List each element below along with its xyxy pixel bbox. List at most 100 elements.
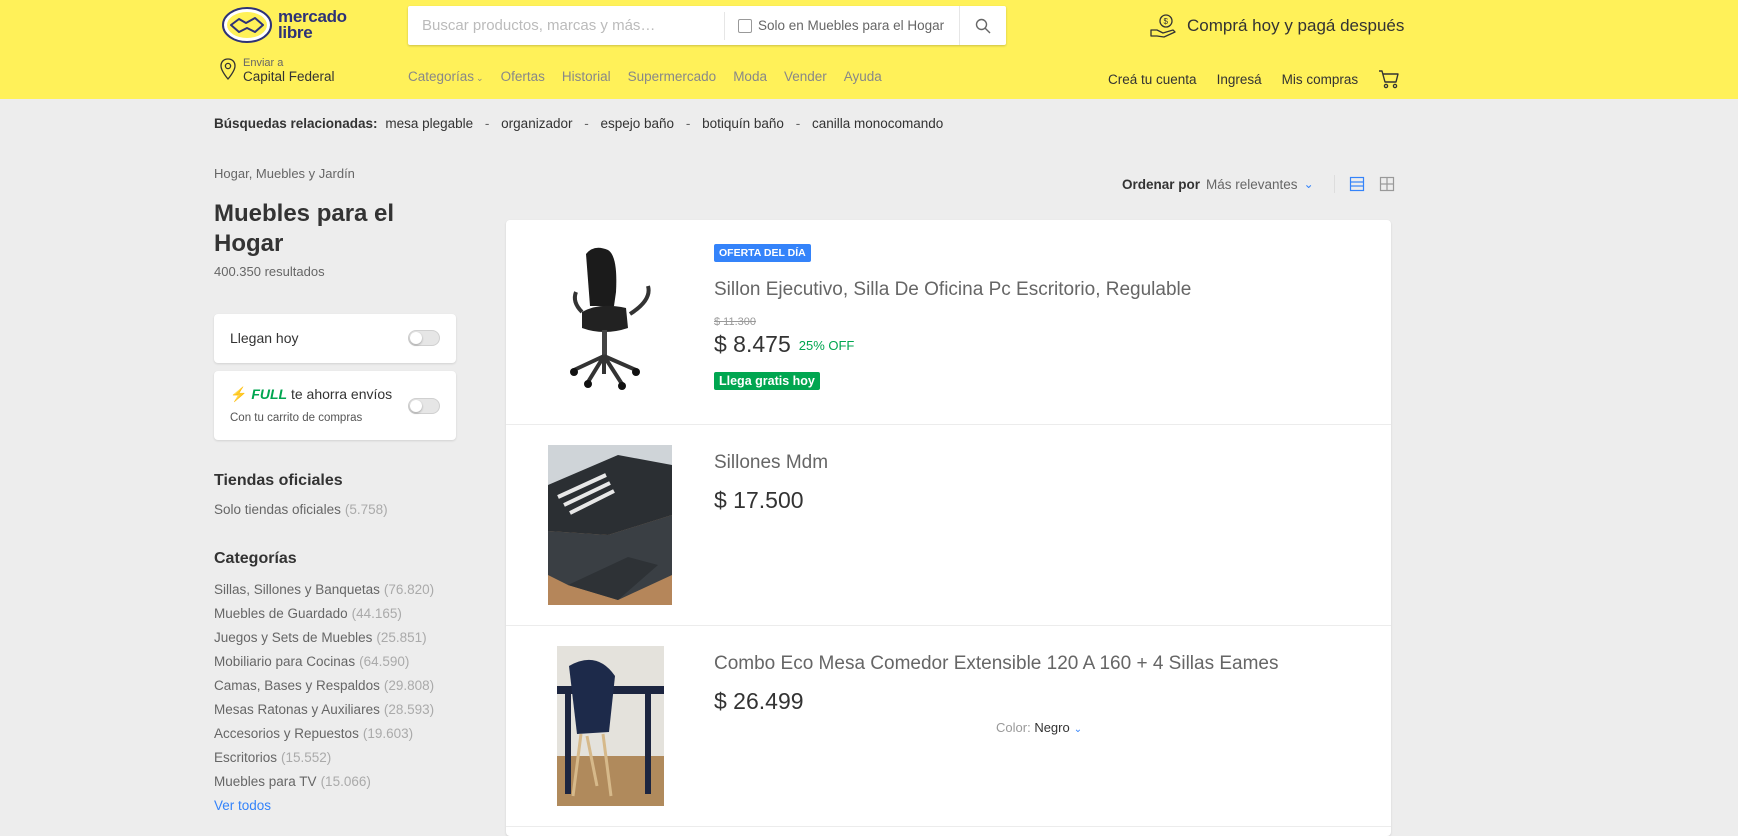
- category-item[interactable]: Mobiliario para Cocinas (64.590): [214, 650, 434, 674]
- filter-arrives-today-label: Llegan hoy: [230, 330, 299, 346]
- cart-icon[interactable]: [1378, 69, 1400, 89]
- filter-full-shipping[interactable]: ⚡ FULL te ahorra envíos Con tu carrito d…: [214, 371, 456, 440]
- related-link[interactable]: botiquín baño: [702, 116, 784, 131]
- chevron-down-icon[interactable]: ⌄: [1304, 177, 1314, 191]
- category-count: (15.552): [281, 750, 332, 765]
- breadcrumb[interactable]: Hogar, Muebles y Jardín: [214, 166, 355, 181]
- category-count: (19.603): [362, 726, 414, 741]
- related-link[interactable]: espejo baño: [601, 116, 675, 131]
- search-scope[interactable]: Solo en Muebles para el Hogar: [725, 18, 959, 33]
- nav-categorias[interactable]: Categorías ⌄: [408, 69, 484, 84]
- official-stores-link[interactable]: Solo tiendas oficiales (5.758): [214, 502, 388, 517]
- nav-vender[interactable]: Vender: [784, 69, 827, 84]
- price-value: $ 8.475: [714, 331, 791, 357]
- sort-label: Ordenar por: [1122, 176, 1201, 192]
- my-purchases-link[interactable]: Mis compras: [1282, 72, 1359, 87]
- category-item[interactable]: Muebles de Guardado (44.165): [214, 602, 434, 626]
- hand-money-icon: $: [1150, 14, 1176, 38]
- search-input[interactable]: [408, 6, 724, 45]
- see-all-categories-link[interactable]: Ver todos: [214, 798, 271, 813]
- product-card[interactable]: OFERTA DEL DÍA Sillon Ejecutivo, Silla D…: [506, 220, 1391, 425]
- results-list: OFERTA DEL DÍA Sillon Ejecutivo, Silla D…: [506, 220, 1391, 836]
- category-count: (15.066): [320, 774, 371, 789]
- results-count: 400.350 resultados: [214, 264, 325, 279]
- category-item[interactable]: Camas, Bases y Respaldos (29.808): [214, 674, 434, 698]
- promo-banner[interactable]: $ Comprá hoy y pagá después: [1149, 13, 1404, 39]
- categories-title: Categorías: [214, 550, 297, 567]
- official-stores-count: (5.758): [344, 502, 388, 517]
- product-price: $ 8.475 25% OFF: [714, 331, 854, 358]
- header: mercado libre Solo en Muebles para el Ho…: [0, 0, 1738, 99]
- grid-view-icon[interactable]: [1379, 176, 1395, 192]
- filter-arrives-today[interactable]: Llegan hoy: [214, 314, 456, 363]
- nav-historial[interactable]: Historial: [562, 69, 611, 84]
- nav-ayuda[interactable]: Ayuda: [844, 69, 882, 84]
- location-selector[interactable]: Enviar a Capital Federal: [219, 57, 335, 85]
- category-item[interactable]: Accesorios y Repuestos (19.603): [214, 722, 434, 746]
- product-card[interactable]: Sillones Mdm $ 17.500: [506, 425, 1391, 626]
- search-button[interactable]: [959, 6, 1005, 45]
- product-card[interactable]: Combo Eco Mesa Comedor Extensible 120 A …: [506, 626, 1391, 827]
- related-separator: -: [685, 116, 691, 131]
- related-separator: -: [795, 116, 801, 131]
- category-count: (25.851): [376, 630, 427, 645]
- sort-dropdown[interactable]: Más relevantes: [1206, 177, 1298, 192]
- full-label: ⚡ FULL te ahorra envíos: [230, 386, 392, 403]
- product-image-sofa[interactable]: [548, 445, 672, 605]
- login-link[interactable]: Ingresá: [1217, 72, 1262, 87]
- category-label: Sillas, Sillones y Banquetas: [214, 582, 380, 597]
- full-sub: Con tu carrito de compras: [230, 412, 363, 424]
- category-item[interactable]: Juegos y Sets de Muebles (25.851): [214, 626, 434, 650]
- location-label: Enviar a: [243, 57, 284, 69]
- product-price: $ 26.499: [714, 688, 804, 714]
- related-link[interactable]: organizador: [501, 116, 572, 131]
- related-label: Búsquedas relacionadas:: [214, 116, 378, 131]
- search-bar: Solo en Muebles para el Hogar: [408, 6, 1006, 45]
- full-tag: FULL: [251, 386, 288, 402]
- related-link[interactable]: canilla monocomando: [812, 116, 943, 131]
- category-label: Accesorios y Repuestos: [214, 726, 359, 741]
- category-item[interactable]: Mesas Ratonas y Auxiliares (28.593): [214, 698, 434, 722]
- color-selector[interactable]: Color: Negro ⌄: [996, 720, 1082, 735]
- chevron-down-icon: ⌄: [476, 73, 484, 83]
- page-title: Muebles para el Hogar: [214, 200, 395, 257]
- deal-of-day-badge: OFERTA DEL DÍA: [714, 244, 811, 262]
- related-separator: -: [484, 116, 490, 131]
- category-item[interactable]: Sillas, Sillones y Banquetas (76.820): [214, 578, 434, 602]
- product-price: $ 17.500: [714, 487, 804, 513]
- free-shipping-badge: Llega gratis hoy: [714, 372, 820, 390]
- nav-moda[interactable]: Moda: [733, 69, 767, 84]
- nav-categorias-label: Categorías: [408, 69, 475, 84]
- create-account-link[interactable]: Creá tu cuenta: [1108, 72, 1197, 87]
- original-price: $ 11.300: [714, 316, 757, 328]
- user-nav: Creá tu cuenta Ingresá Mis compras: [1108, 69, 1400, 89]
- product-image-dining-set[interactable]: [557, 646, 664, 806]
- nav-supermercado[interactable]: Supermercado: [628, 69, 717, 84]
- nav-ofertas[interactable]: Ofertas: [501, 69, 545, 84]
- category-item[interactable]: Muebles para TV (15.066): [214, 770, 434, 794]
- related-searches: Búsquedas relacionadas: mesa plegable - …: [214, 116, 943, 131]
- full-toggle[interactable]: [408, 398, 440, 414]
- product-image-office-chair[interactable]: [564, 242, 654, 392]
- search-scope-checkbox[interactable]: [738, 18, 752, 33]
- category-item[interactable]: Escritorios (15.552): [214, 746, 434, 770]
- arrives-today-toggle[interactable]: [408, 330, 440, 346]
- svg-text:$: $: [1164, 17, 1169, 26]
- product-title[interactable]: Sillon Ejecutivo, Silla De Oficina Pc Es…: [714, 279, 1191, 301]
- color-label: Color:: [996, 720, 1031, 735]
- official-stores-title: Tiendas oficiales: [214, 472, 343, 489]
- logo[interactable]: mercado libre: [222, 7, 347, 43]
- category-label: Juegos y Sets de Muebles: [214, 630, 373, 645]
- product-title[interactable]: Combo Eco Mesa Comedor Extensible 120 A …: [714, 653, 1279, 675]
- location-pin-icon: [220, 58, 236, 80]
- category-list: Sillas, Sillones y Banquetas (76.820) Mue…: [214, 578, 434, 794]
- category-label: Mobiliario para Cocinas: [214, 654, 356, 669]
- handshake-logo-icon: [222, 7, 272, 43]
- list-view-icon[interactable]: [1349, 176, 1365, 192]
- view-divider: [1333, 175, 1335, 193]
- product-title[interactable]: Sillones Mdm: [714, 452, 828, 474]
- category-count: (28.593): [383, 702, 435, 717]
- related-link[interactable]: mesa plegable: [385, 116, 473, 131]
- search-icon: [975, 18, 990, 33]
- category-count: (44.165): [351, 606, 402, 621]
